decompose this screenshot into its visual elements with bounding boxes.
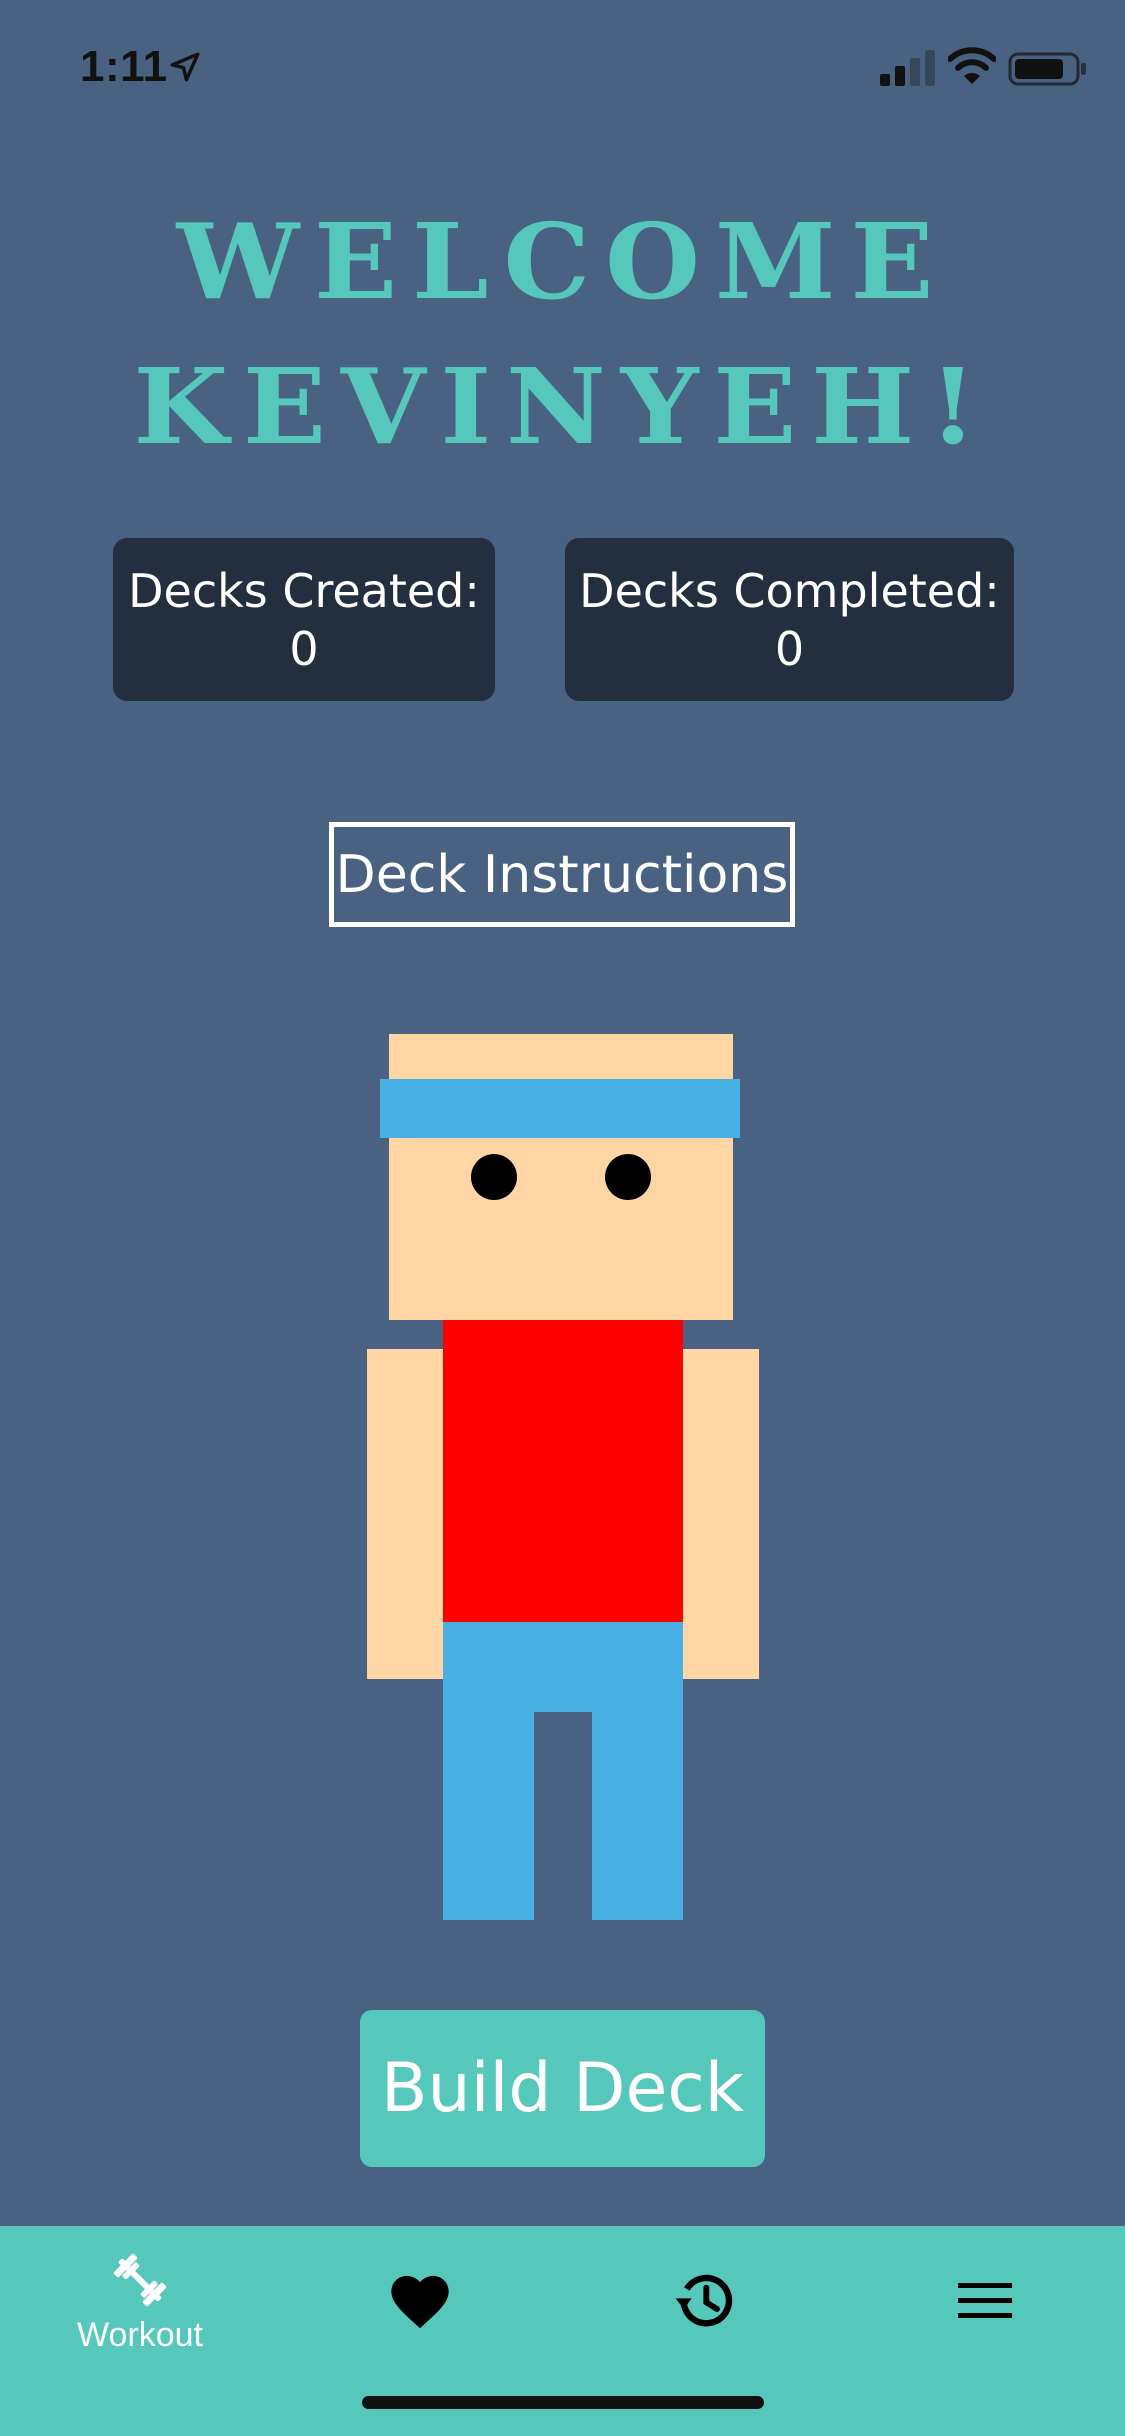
tab-workout[interactable]: Workout xyxy=(40,2226,240,2376)
character-leg-left xyxy=(443,1710,534,1920)
dumbbell-icon xyxy=(113,2253,167,2306)
battery-icon xyxy=(1008,52,1086,86)
character-arm-right xyxy=(683,1349,759,1679)
character-headband xyxy=(380,1079,740,1138)
decks-created-value: 0 xyxy=(289,621,319,676)
character-shirt xyxy=(443,1320,683,1622)
character-leg-right xyxy=(592,1710,683,1920)
deck-instructions-button[interactable]: Deck Instructions xyxy=(329,822,795,927)
menu-icon xyxy=(958,2283,1012,2318)
character-eye-left xyxy=(471,1154,517,1200)
tab-favorites[interactable] xyxy=(320,2226,520,2376)
status-time: 1:11 xyxy=(80,42,168,91)
decks-completed-card: Decks Completed: 0 xyxy=(565,538,1014,701)
character-eye-right xyxy=(605,1154,651,1200)
history-icon xyxy=(675,2274,733,2327)
tab-menu[interactable] xyxy=(885,2226,1085,2376)
signal-icon xyxy=(880,50,935,86)
welcome-title: WELCOME xyxy=(176,200,949,323)
decks-completed-label: Decks Completed: xyxy=(579,563,1000,618)
username-title: KEVINYEH! xyxy=(133,345,992,468)
wifi-icon xyxy=(948,47,996,84)
tab-workout-label: Workout xyxy=(77,2315,203,2354)
decks-created-label: Decks Created: xyxy=(128,563,480,618)
decks-completed-value: 0 xyxy=(774,621,805,676)
tab-history[interactable] xyxy=(605,2226,805,2376)
decks-created-card: Decks Created: 0 xyxy=(113,538,495,701)
location-arrow-icon xyxy=(170,52,200,82)
character-pants xyxy=(443,1622,683,1712)
character-arm-left xyxy=(367,1349,443,1679)
character-head xyxy=(389,1034,733,1320)
build-deck-button[interactable]: Build Deck xyxy=(360,2010,765,2167)
home-indicator xyxy=(362,2396,764,2409)
heart-icon xyxy=(391,2275,449,2329)
